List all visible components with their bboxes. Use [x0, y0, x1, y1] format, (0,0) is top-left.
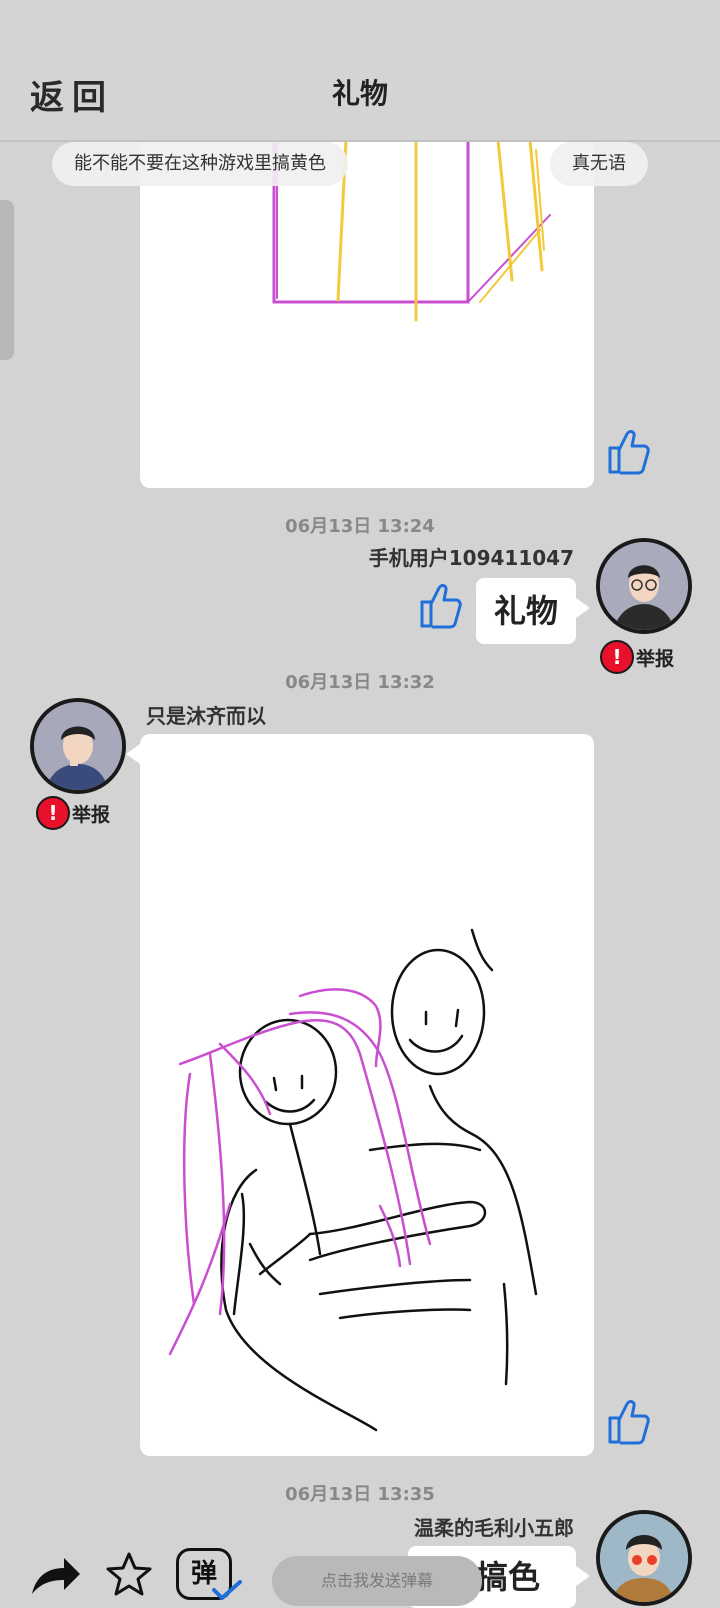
danmaku-comment: 能不能不要在这种游戏里搞黄色 [52, 142, 348, 186]
avatar[interactable] [30, 698, 126, 794]
like-thumb-icon[interactable] [604, 426, 652, 478]
message-timestamp: 06月13日 13:35 [285, 1484, 435, 1505]
top-bar: 返回 礼物 [0, 0, 720, 142]
danmaku-input[interactable]: 点击我发送弹幕 [272, 1556, 482, 1606]
message-bubble[interactable]: 礼物 [476, 578, 576, 644]
bubble-tail [126, 744, 140, 764]
bubble-tail [576, 598, 590, 618]
message-timestamp: 06月13日 13:32 [285, 672, 435, 693]
drawing-card[interactable] [140, 734, 594, 1456]
scroll-indicator[interactable] [0, 200, 14, 360]
message-username: 手机用户109411047 [368, 546, 574, 570]
danmaku-comment: 真无语 [550, 142, 648, 186]
star-icon[interactable] [104, 1550, 154, 1600]
message-username: 温柔的毛利小五郎 [414, 1516, 574, 1540]
report-button[interactable]: ! 举报 [36, 796, 110, 830]
drawing-canvas [168, 928, 538, 1432]
like-thumb-icon[interactable] [416, 580, 464, 632]
message-timestamp: 06月13日 13:24 [285, 516, 435, 537]
page-title: 礼物 [331, 77, 388, 110]
like-thumb-icon[interactable] [604, 1396, 652, 1448]
message-username: 只是沐齐而以 [146, 704, 266, 728]
avatar[interactable] [596, 538, 692, 634]
check-icon [212, 1580, 242, 1600]
alert-icon: ! [36, 796, 70, 830]
share-arrow-icon[interactable] [28, 1554, 84, 1598]
